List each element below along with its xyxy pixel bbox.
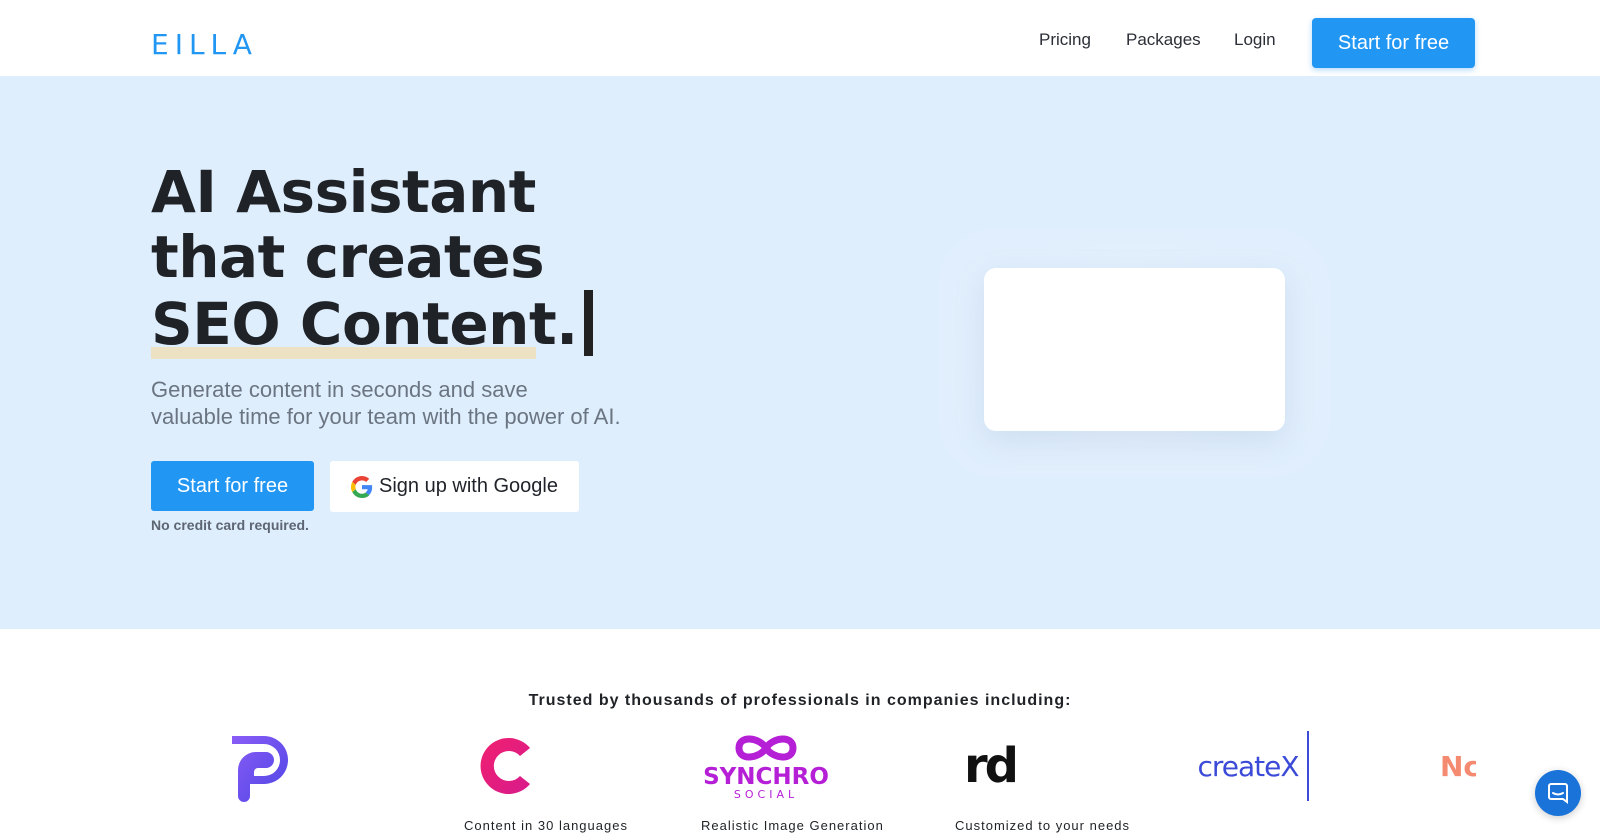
rd-logo: rd [958, 730, 1022, 802]
feature-customized: Customized to your needs [955, 818, 1131, 833]
partial-logo: Nc [1440, 730, 1476, 802]
nav-start-for-free-button[interactable]: Start for free [1312, 18, 1475, 68]
synchro-text: SYNCHRO [703, 764, 829, 790]
createx-logo: createX [1188, 730, 1318, 802]
headline-line-3: SEO Content. [151, 290, 593, 359]
p-logo-icon [232, 736, 288, 802]
trusted-heading: Trusted by thousands of professionals in… [528, 692, 1072, 709]
feature-languages: Content in 30 languages [464, 818, 628, 833]
social-text: SOCIAL [733, 788, 799, 801]
createx-logo-text: createX [1197, 749, 1299, 783]
synchro-social-logo: SYNCHRO SOCIAL [703, 730, 829, 802]
hero-start-for-free-button[interactable]: Start for free [151, 461, 314, 511]
headline-line-1: AI Assistant [151, 158, 536, 226]
chat-launcher-button[interactable] [1535, 770, 1581, 816]
google-icon [350, 475, 373, 498]
createx-divider [1306, 731, 1309, 801]
partial-logo-text: Nc [1440, 749, 1476, 783]
no-credit-card-note: No credit card required. [151, 517, 309, 533]
top-navbar: EILLA Pricing Packages Login Start for f… [0, 0, 1600, 76]
sign-up-with-google-button[interactable]: Sign up with Google [330, 461, 579, 512]
hero-preview-card [984, 268, 1285, 431]
rd-logo-text: rd [963, 738, 1019, 794]
c-logo [474, 730, 538, 802]
nav-link-pricing[interactable]: Pricing [1039, 30, 1091, 50]
p-logo [220, 730, 300, 802]
hero-subtitle-line-1: Generate content in seconds and save [151, 377, 528, 402]
hero-subtitle-line-2: valuable time for your team with the pow… [151, 404, 621, 429]
eilla-logo[interactable]: EILLA [151, 28, 279, 60]
nav-link-login[interactable]: Login [1234, 30, 1276, 50]
headline-line-2: that creates [151, 223, 545, 291]
nav-link-packages[interactable]: Packages [1126, 30, 1201, 50]
hero-subtitle: Generate content in seconds and save val… [151, 376, 711, 430]
hero-headline: AI Assistant that creates SEO Content. [151, 158, 711, 359]
svg-text:EILLA: EILLA [151, 28, 258, 60]
headline-line-3-text: SEO Content. [151, 290, 578, 358]
hero-section: AI Assistant that creates SEO Content. G… [0, 76, 1600, 629]
c-logo-icon [480, 738, 530, 794]
feature-image-generation: Realistic Image Generation [701, 818, 884, 833]
typing-caret [583, 290, 593, 356]
infinity-icon [735, 735, 797, 761]
chat-icon [1548, 783, 1568, 804]
google-button-label: Sign up with Google [378, 475, 558, 497]
